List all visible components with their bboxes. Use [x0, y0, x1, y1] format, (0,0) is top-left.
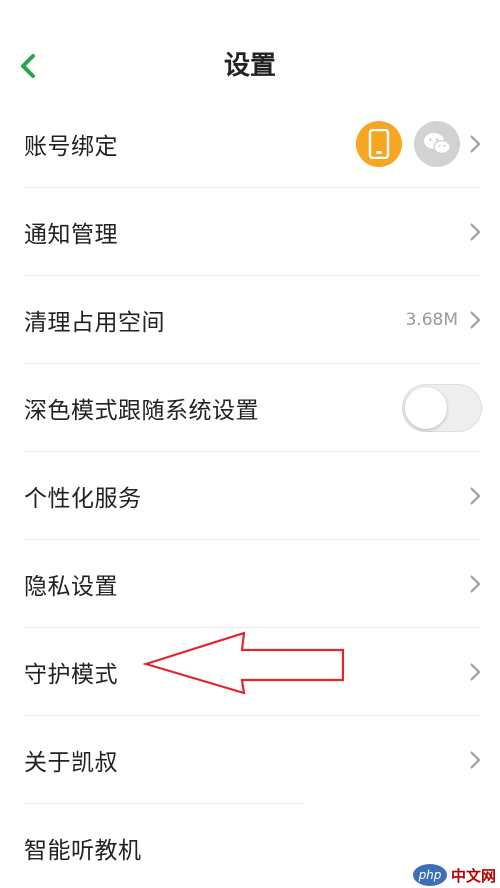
- row-label: 账号绑定: [24, 134, 118, 160]
- row-account-binding[interactable]: 账号绑定: [0, 100, 500, 188]
- phone-glyph: [368, 129, 390, 159]
- row-privacy-settings[interactable]: 隐私设置: [0, 540, 500, 628]
- wechat-glyph: [424, 133, 451, 155]
- chevron-right-icon: [468, 310, 482, 330]
- chevron-right-icon: [468, 222, 482, 242]
- watermark: php 中文网: [412, 864, 496, 886]
- chevron-right-icon: [468, 662, 482, 682]
- row-label: 隐私设置: [24, 574, 118, 600]
- row-clear-storage[interactable]: 清理占用空间 3.68M: [0, 276, 500, 364]
- dark-mode-toggle[interactable]: [402, 384, 482, 432]
- annotation-arrow: [142, 631, 345, 695]
- chevron-right-icon: [468, 134, 482, 154]
- phone-icon[interactable]: [356, 121, 402, 167]
- row-notification-management[interactable]: 通知管理: [0, 188, 500, 276]
- chevron-right-icon: [468, 574, 482, 594]
- row-label: 守护模式: [24, 662, 118, 688]
- header: 设置: [0, 0, 500, 100]
- toggle-knob: [405, 387, 447, 429]
- row-label: 清理占用空间: [24, 310, 165, 336]
- row-label: 智能听教机: [24, 838, 142, 864]
- page-title: 设置: [223, 51, 276, 81]
- settings-list: 账号绑定 通知管理 清理占用空间 3.68M 深色模式跟随系统设置 个性化服务 …: [0, 100, 500, 888]
- watermark-logo: php: [412, 864, 447, 886]
- row-about[interactable]: 关于凯叔: [0, 716, 500, 804]
- wechat-icon[interactable]: [414, 121, 460, 167]
- row-dark-mode: 深色模式跟随系统设置: [0, 364, 500, 452]
- row-label: 深色模式跟随系统设置: [24, 398, 259, 424]
- chevron-right-icon: [468, 750, 482, 770]
- row-personalized-service[interactable]: 个性化服务: [0, 452, 500, 540]
- chevron-right-icon: [468, 486, 482, 506]
- storage-size: 3.68M: [405, 310, 458, 330]
- row-label: 个性化服务: [24, 486, 142, 512]
- row-label: 关于凯叔: [24, 750, 118, 776]
- watermark-text: 中文网: [450, 866, 496, 885]
- row-label: 通知管理: [24, 222, 118, 248]
